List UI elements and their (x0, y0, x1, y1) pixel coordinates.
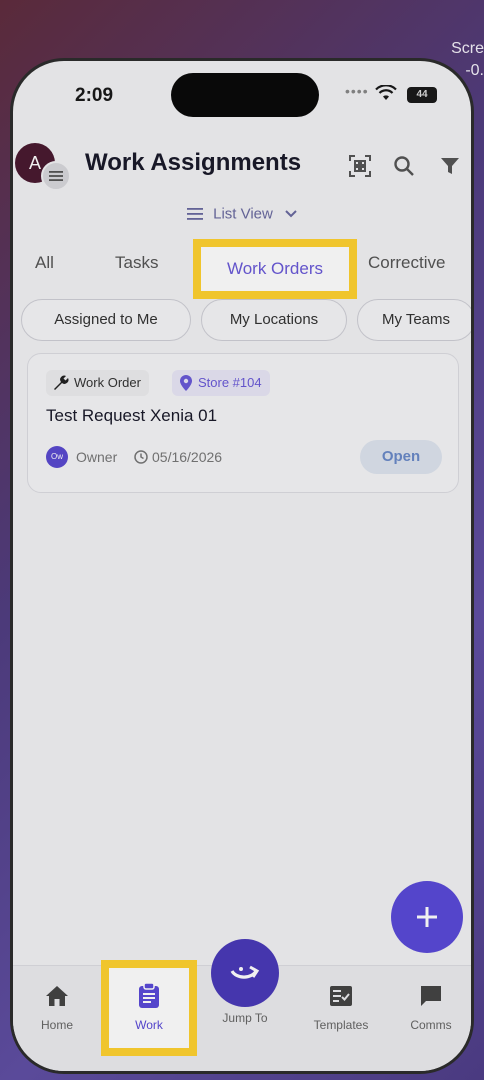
filter-chips: Assigned to Me My Locations My Teams (21, 299, 471, 343)
app-header: A Work Assignments (13, 139, 471, 199)
menu-icon[interactable] (41, 161, 71, 191)
status-badge: Open (360, 440, 442, 474)
clock-icon (134, 450, 148, 464)
filter-my-locations[interactable]: My Locations (201, 299, 347, 341)
type-badge-label: Work Order (74, 375, 141, 390)
list-view-label: List View (213, 205, 273, 223)
background-text-line1: Scre (451, 40, 484, 57)
list-icon (186, 208, 203, 220)
tab-all[interactable]: All (35, 253, 54, 273)
wrench-icon (54, 375, 69, 390)
qr-scan-icon[interactable] (347, 153, 373, 179)
nav-work-label: Work (135, 1018, 163, 1032)
templates-icon (330, 986, 352, 1006)
work-order-title: Test Request Xenia 01 (46, 406, 218, 425)
wifi-icon (375, 85, 397, 100)
nav-templates[interactable]: Templates (301, 982, 381, 1032)
page-title: Work Assignments (85, 149, 302, 176)
jump-to-button[interactable] (211, 939, 279, 1007)
plus-icon (417, 907, 437, 927)
status-bar: 2:09 •••• 44 (13, 61, 471, 131)
nav-home-label: Home (40, 1018, 73, 1032)
chevron-down-icon (285, 210, 297, 218)
add-button[interactable] (391, 881, 463, 953)
battery-icon: 44 (407, 87, 437, 103)
home-icon (46, 986, 68, 1006)
phone-frame: 2:09 •••• 44 A Work Assignments List Vie… (10, 58, 474, 1074)
type-badge: Work Order (46, 370, 149, 396)
filter-my-teams[interactable]: My Teams (357, 299, 471, 341)
category-tabs: All Tasks Work Orders Corrective (13, 239, 471, 299)
filter-icon[interactable] (437, 153, 463, 179)
nav-work[interactable]: Work (101, 960, 197, 1056)
nav-comms[interactable]: Comms (391, 982, 471, 1032)
chat-icon (421, 986, 441, 1006)
due-date-value: 05/16/2026 (152, 449, 223, 465)
tab-corrective[interactable]: Corrective (368, 253, 445, 273)
owner-label: Owner (76, 449, 118, 465)
nav-home[interactable]: Home (17, 982, 97, 1032)
due-date: 05/16/2026 (134, 449, 222, 465)
status-time: 2:09 (75, 85, 114, 106)
list-view-toggle[interactable]: List View (13, 205, 471, 223)
location-pin-icon (180, 375, 192, 391)
signal-dots-icon: •••• (345, 83, 369, 99)
tab-tasks[interactable]: Tasks (115, 253, 158, 273)
location-badge: Store #104 (172, 370, 270, 396)
nav-comms-label: Comms (410, 1018, 452, 1032)
search-icon[interactable] (391, 153, 417, 179)
owner-avatar: Ow (46, 446, 68, 468)
jump-to-icon (230, 965, 260, 979)
filter-assigned-to-me[interactable]: Assigned to Me (21, 299, 191, 341)
jump-to-label: Jump To (222, 1011, 268, 1025)
dynamic-island (171, 73, 319, 117)
nav-templates-label: Templates (313, 1018, 369, 1032)
tab-work-orders[interactable]: Work Orders (193, 239, 357, 299)
work-order-card[interactable]: Work Order Store #104 Test Request Xenia… (27, 353, 459, 493)
location-badge-label: Store #104 (198, 375, 262, 390)
clipboard-icon (139, 983, 159, 1008)
